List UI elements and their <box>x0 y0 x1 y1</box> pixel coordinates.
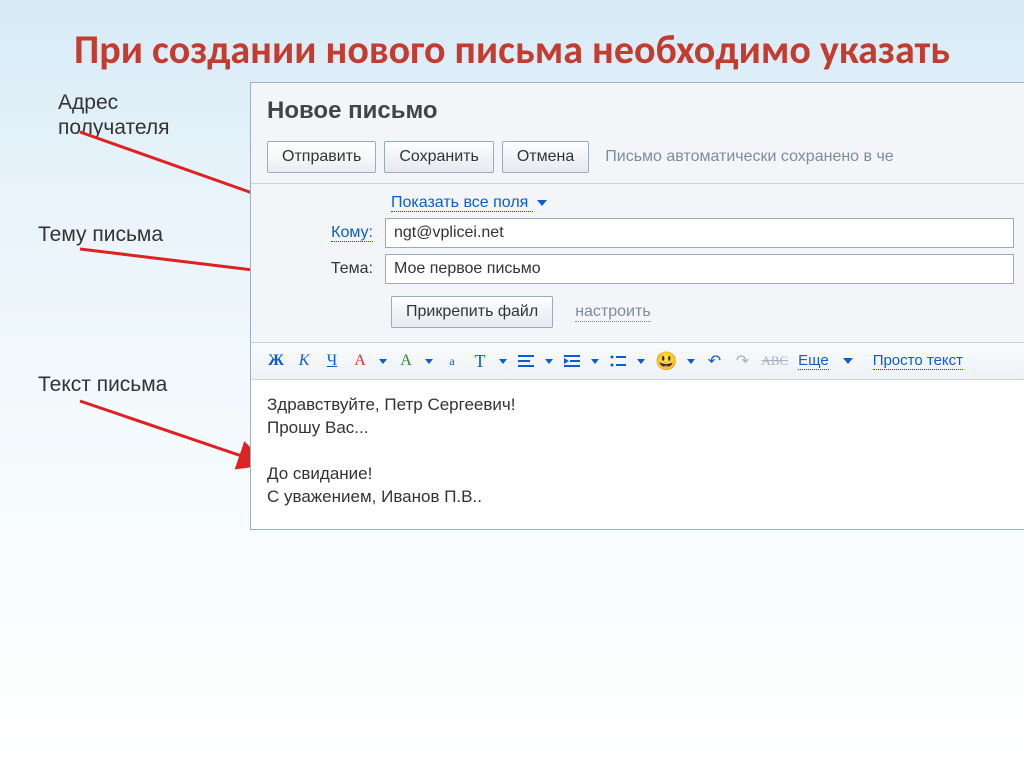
underline-icon[interactable]: Ч <box>323 351 341 371</box>
italic-icon[interactable]: К <box>295 351 313 371</box>
indent-icon[interactable] <box>563 351 581 371</box>
to-field-row: Кому: <box>251 212 1024 248</box>
format-toolbar: Ж К Ч А А а Т 😃 ↶ <box>251 342 1024 380</box>
remove-format-icon[interactable]: ABC <box>761 351 788 371</box>
dropdown-icon <box>537 200 547 206</box>
subject-field-row: Тема: <box>251 248 1024 284</box>
align-icon[interactable] <box>517 351 535 371</box>
slide-title: При создании нового письма необходимо ук… <box>0 0 1024 82</box>
show-all-fields-row: Показать все поля <box>251 184 1024 212</box>
send-button[interactable]: Отправить <box>267 141 376 173</box>
dropdown-icon[interactable] <box>379 359 387 364</box>
arrow-body <box>70 396 280 476</box>
undo-icon[interactable]: ↶ <box>705 351 723 371</box>
dropdown-icon[interactable] <box>425 359 433 364</box>
dropdown-icon[interactable] <box>687 359 695 364</box>
autosave-status: Письмо автоматически сохранено в че <box>605 148 893 166</box>
message-body[interactable]: Здравствуйте, Петр Сергеевич! Прошу Вас.… <box>251 380 1024 530</box>
subject-label: Тема: <box>267 260 385 278</box>
more-link[interactable]: Еще <box>798 352 829 370</box>
subject-input[interactable] <box>385 254 1014 284</box>
configure-link[interactable]: настроить <box>575 303 650 322</box>
show-all-fields-label: Показать все поля <box>391 194 528 211</box>
dropdown-icon[interactable] <box>591 359 599 364</box>
attach-file-button[interactable]: Прикрепить файл <box>391 296 553 328</box>
redo-icon[interactable]: ↷ <box>733 351 751 371</box>
dropdown-icon[interactable] <box>637 359 645 364</box>
dropdown-icon <box>843 358 853 364</box>
list-icon[interactable] <box>609 351 627 371</box>
cancel-button[interactable]: Отмена <box>502 141 589 173</box>
main-toolbar: Отправить Сохранить Отмена Письмо автома… <box>251 135 1024 184</box>
attach-row: Прикрепить файл настроить <box>251 284 1024 342</box>
window-title: Новое письмо <box>251 93 1024 135</box>
highlight-icon[interactable]: А <box>397 351 415 371</box>
plain-text-link[interactable]: Просто текст <box>873 352 963 370</box>
save-button[interactable]: Сохранить <box>384 141 494 173</box>
email-compose-window: Новое письмо Отправить Сохранить Отмена … <box>250 82 1024 530</box>
show-all-fields-link[interactable]: Показать все поля <box>391 194 533 212</box>
content-area: Адрес получателя Тему письма Текст письм… <box>0 82 1024 682</box>
emoji-icon[interactable]: 😃 <box>655 351 677 371</box>
font-color-icon[interactable]: А <box>351 351 369 371</box>
callout-address: Адрес получателя <box>58 90 218 140</box>
font-size-large-icon[interactable]: Т <box>471 351 489 371</box>
dropdown-icon[interactable] <box>499 359 507 364</box>
to-label-link[interactable]: Кому: <box>331 224 373 242</box>
dropdown-icon[interactable] <box>545 359 553 364</box>
bold-icon[interactable]: Ж <box>267 351 285 371</box>
callout-body: Текст письма <box>38 372 218 397</box>
to-input[interactable] <box>385 218 1014 248</box>
font-color-letter: А <box>354 352 366 370</box>
callout-subject: Тему письма <box>38 222 218 247</box>
font-size-small-icon[interactable]: а <box>443 351 461 371</box>
more-label: Еще <box>798 352 829 369</box>
